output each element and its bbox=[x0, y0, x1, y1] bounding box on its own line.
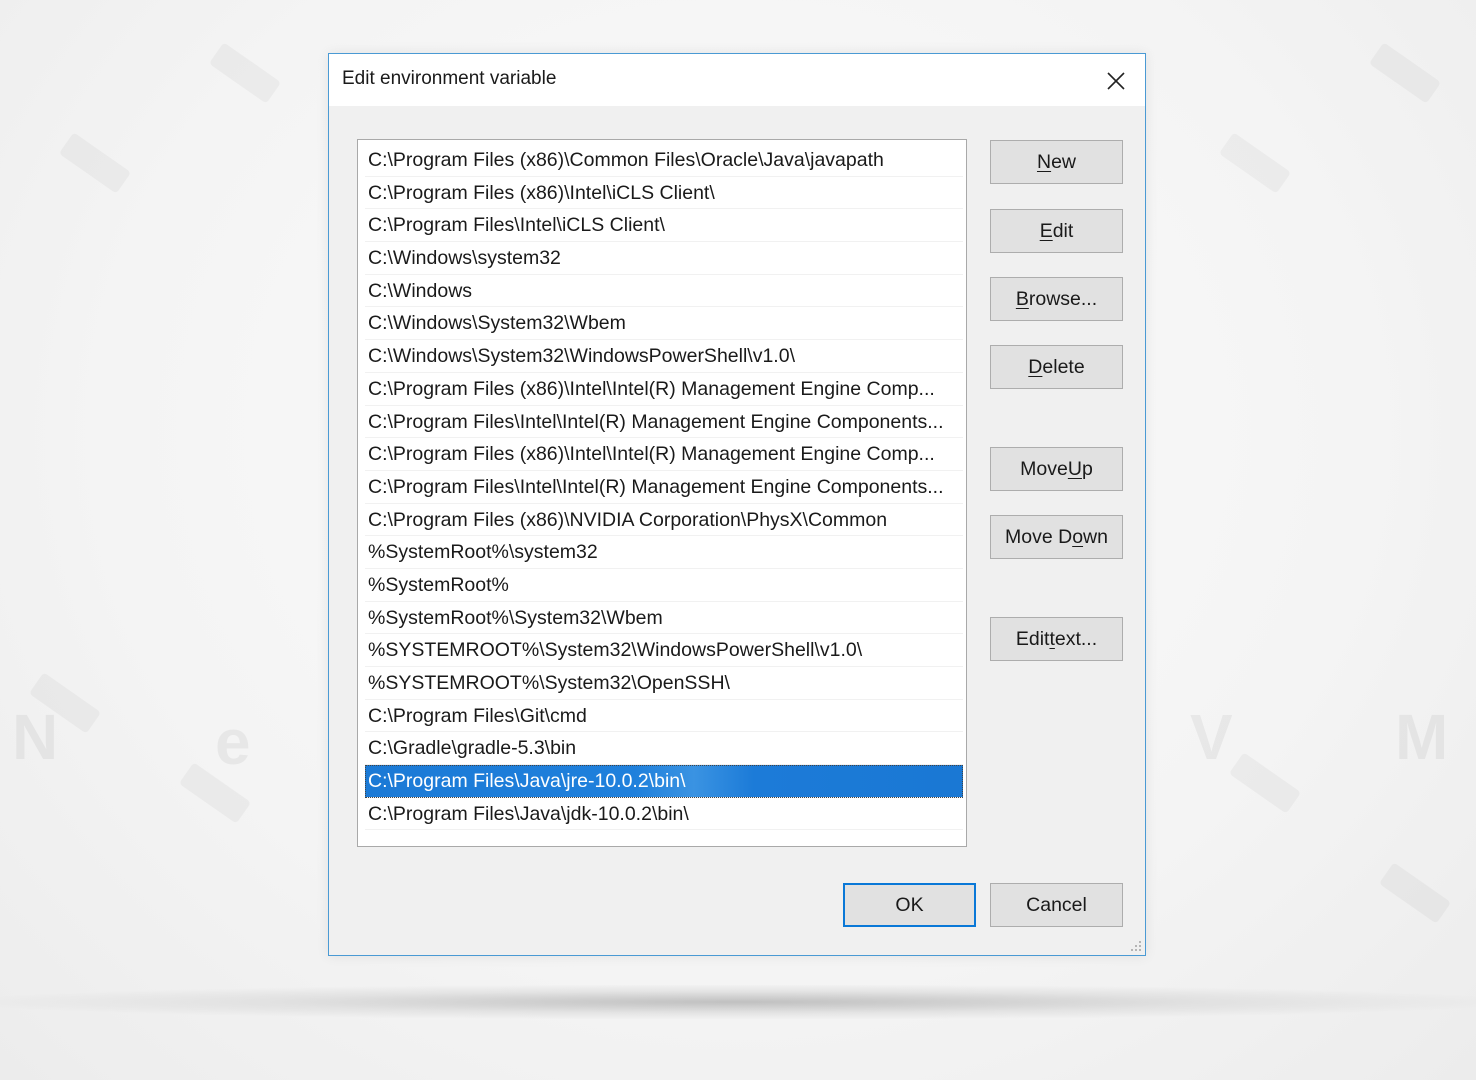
new-button[interactable]: New bbox=[990, 140, 1123, 184]
watermark-shape bbox=[1219, 132, 1291, 193]
button-label: p bbox=[1081, 457, 1093, 480]
path-list-item[interactable]: C:\Gradle\gradle-5.3\bin bbox=[365, 732, 963, 766]
path-list-item[interactable]: %SYSTEMROOT%\System32\OpenSSH\ bbox=[365, 667, 963, 700]
close-button[interactable] bbox=[1099, 64, 1133, 98]
ok-button[interactable]: OK bbox=[843, 883, 976, 927]
resize-grip-icon[interactable] bbox=[1130, 940, 1142, 952]
path-list-item[interactable]: %SystemRoot%\System32\Wbem bbox=[365, 602, 963, 635]
button-label: Move D bbox=[1005, 525, 1073, 548]
path-list[interactable]: C:\Program Files (x86)\Common Files\Orac… bbox=[357, 139, 967, 847]
edit-environment-variable-dialog: Edit environment variable C:\Program Fil… bbox=[328, 53, 1146, 956]
watermark-letter: V bbox=[1190, 701, 1233, 773]
button-label: wn bbox=[1083, 525, 1108, 548]
access-key: E bbox=[1039, 219, 1053, 242]
path-list-item[interactable]: %SystemRoot% bbox=[365, 569, 963, 602]
move-down-button[interactable]: Move Do wn bbox=[990, 515, 1123, 559]
path-list-item[interactable]: C:\Program Files (x86)\Intel\Intel(R) Ma… bbox=[365, 438, 963, 471]
browse-button[interactable]: Browse... bbox=[990, 277, 1123, 321]
edit-text-button[interactable]: Edit t ext... bbox=[990, 617, 1123, 661]
background-shadow bbox=[0, 985, 1476, 1019]
button-label: rowse... bbox=[1028, 287, 1098, 310]
watermark-shape bbox=[1379, 862, 1451, 923]
watermark-letter: N bbox=[12, 701, 59, 773]
edit-button[interactable]: Edit bbox=[990, 209, 1123, 253]
watermark-letter: e bbox=[215, 706, 251, 778]
move-up-button[interactable]: Move Up bbox=[990, 447, 1123, 491]
button-label: elete bbox=[1042, 355, 1085, 378]
access-key: o bbox=[1072, 525, 1084, 548]
watermark-shape bbox=[209, 42, 281, 103]
path-list-item[interactable]: C:\Program Files\Intel\Intel(R) Manageme… bbox=[365, 471, 963, 504]
button-label: ew bbox=[1051, 150, 1077, 173]
button-label: ext... bbox=[1054, 627, 1098, 650]
path-list-item[interactable]: C:\Program Files (x86)\NVIDIA Corporatio… bbox=[365, 504, 963, 537]
path-list-item[interactable]: %SYSTEMROOT%\System32\WindowsPowerShell\… bbox=[365, 634, 963, 667]
title-bar: Edit environment variable bbox=[329, 54, 1145, 106]
path-list-item[interactable]: C:\Program Files (x86)\Common Files\Orac… bbox=[365, 144, 963, 177]
button-label: dit bbox=[1052, 219, 1074, 242]
access-key: D bbox=[1028, 355, 1043, 378]
path-list-item[interactable]: %SystemRoot%\system32 bbox=[365, 536, 963, 569]
path-list-item[interactable]: C:\Windows\System32\WindowsPowerShell\v1… bbox=[365, 340, 963, 373]
watermark-shape bbox=[59, 132, 131, 193]
path-list-item[interactable]: C:\Program Files\Git\cmd bbox=[365, 700, 963, 733]
path-list-item[interactable]: C:\Windows bbox=[365, 275, 963, 308]
path-list-item[interactable]: C:\Windows\system32 bbox=[365, 242, 963, 275]
access-key: U bbox=[1067, 457, 1082, 480]
path-list-item[interactable]: C:\Program Files\Intel\Intel(R) Manageme… bbox=[365, 406, 963, 439]
access-key: B bbox=[1015, 287, 1029, 310]
cancel-button[interactable]: Cancel bbox=[990, 883, 1123, 927]
watermark-letter: M bbox=[1395, 701, 1449, 773]
button-label: Edit bbox=[1015, 627, 1050, 650]
close-icon bbox=[1107, 72, 1125, 90]
button-label: Move bbox=[1020, 457, 1068, 480]
path-list-item[interactable]: C:\Windows\System32\Wbem bbox=[365, 307, 963, 341]
path-list-item[interactable]: C:\Program Files\Intel\iCLS Client\ bbox=[365, 209, 963, 243]
path-list-item[interactable]: C:\Program Files (x86)\Intel\Intel(R) Ma… bbox=[365, 373, 963, 406]
delete-button[interactable]: Delete bbox=[990, 345, 1123, 389]
path-list-item[interactable]: C:\Program Files (x86)\Intel\iCLS Client… bbox=[365, 177, 963, 210]
watermark-shape bbox=[1369, 42, 1441, 103]
watermark-shape bbox=[1229, 752, 1301, 813]
dialog-title: Edit environment variable bbox=[342, 68, 557, 89]
access-key: N bbox=[1036, 150, 1052, 173]
path-list-item[interactable]: C:\Program Files\Java\jdk-10.0.2\bin\ bbox=[365, 798, 963, 831]
path-list-item-selected[interactable]: C:\Program Files\Java\jre-10.0.2\bin\ bbox=[365, 765, 963, 798]
